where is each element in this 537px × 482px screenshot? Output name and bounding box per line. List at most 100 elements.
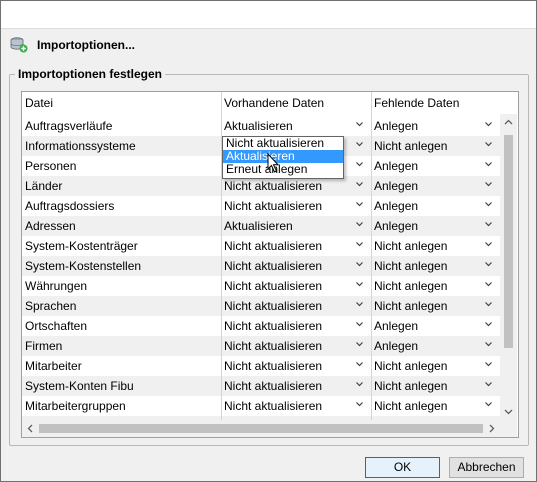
chevron-down-icon[interactable]: [356, 142, 363, 147]
scroll-left-icon[interactable]: [22, 420, 39, 437]
chevron-down-icon[interactable]: [485, 242, 492, 247]
chevron-down-icon[interactable]: [485, 382, 492, 387]
chevron-down-icon[interactable]: [356, 322, 363, 327]
cancel-button[interactable]: Abbrechen: [449, 457, 524, 478]
chevron-down-icon[interactable]: [356, 382, 363, 387]
cell-fehlende-daten[interactable]: Anlegen: [371, 316, 500, 336]
chevron-down-icon[interactable]: [485, 202, 492, 207]
cell-vorhandene-daten[interactable]: Nicht aktualisieren: [221, 356, 371, 376]
table-row[interactable]: Mitarbeitergruppen Nicht aktualisieren Nic…: [22, 396, 500, 416]
cell-fehlende-daten[interactable]: Nicht anlegen: [371, 276, 500, 296]
cell-fehlende-daten[interactable]: Nicht anlegen: [371, 256, 500, 276]
table-row[interactable]: System-Kostenstellen Nicht aktualisieren N…: [22, 256, 500, 276]
chevron-down-icon[interactable]: [356, 302, 363, 307]
chevron-down-icon[interactable]: [485, 282, 492, 287]
chevron-down-icon[interactable]: [356, 282, 363, 287]
cell-vorhandene-daten[interactable]: Nicht aktualisieren: [221, 336, 371, 356]
table-row[interactable]: Sprachen Nicht aktualisieren Nicht anlegen: [22, 296, 500, 316]
chevron-down-icon[interactable]: [485, 162, 492, 167]
chevron-down-icon[interactable]: [485, 342, 492, 347]
cell-vorhandene-daten[interactable]: Nicht aktualisieren: [221, 396, 371, 416]
cell-vorhandene-daten[interactable]: Nicht aktualisieren: [221, 256, 371, 276]
cell-vorhandene-daten[interactable]: Nicht aktualisieren: [221, 276, 371, 296]
chevron-down-icon[interactable]: [356, 202, 363, 207]
cell-fehlende-daten[interactable]: Nicht anlegen: [371, 376, 500, 396]
cell-datei-value: Sprachen: [25, 299, 77, 313]
cell-vorhandene-daten[interactable]: Nicht aktualisieren: [221, 236, 371, 256]
chevron-down-icon[interactable]: [356, 162, 363, 167]
table-row[interactable]: Währungen Nicht aktualisieren Nicht anlege…: [22, 276, 500, 296]
table-row[interactable]: Auftragsdossiers Nicht aktualisieren Anleg…: [22, 196, 500, 216]
scrollbar-corner: [500, 420, 517, 437]
cell-datei: Sprachen: [22, 296, 221, 316]
chevron-down-icon[interactable]: [485, 122, 492, 127]
chevron-down-icon[interactable]: [485, 222, 492, 227]
chevron-down-icon[interactable]: [485, 362, 492, 367]
table-row[interactable]: Länder Nicht aktualisieren Anlegen: [22, 176, 500, 196]
cell-vorhandene-daten[interactable]: Aktualisieren: [221, 216, 371, 236]
table-row[interactable]: Ortschaften Nicht aktualisieren Anlegen: [22, 316, 500, 336]
chevron-down-icon[interactable]: [356, 342, 363, 347]
vertical-scroll-thumb[interactable]: [504, 135, 513, 348]
cell-fehlende-daten[interactable]: Anlegen: [371, 216, 500, 236]
chevron-down-icon[interactable]: [356, 262, 363, 267]
chevron-down-icon[interactable]: [356, 242, 363, 247]
chevron-down-icon[interactable]: [356, 362, 363, 367]
cell-vorhandene-daten[interactable]: Nicht aktualisieren: [221, 196, 371, 216]
chevron-down-icon[interactable]: [485, 262, 492, 267]
chevron-down-icon[interactable]: [356, 182, 363, 187]
scroll-up-icon[interactable]: [500, 114, 517, 131]
cell-vorhandene-daten[interactable]: Nicht aktualisieren: [221, 176, 371, 196]
cell-fehlende-daten[interactable]: Nicht anlegen: [371, 296, 500, 316]
chevron-down-icon[interactable]: [356, 122, 363, 127]
table-row[interactable]: System-Konten Fibu Nicht aktualisieren Nic…: [22, 376, 500, 396]
cell-fehlende-daten[interactable]: Anlegen: [371, 116, 500, 136]
cell-fehlende-daten[interactable]: Nicht anlegen: [371, 356, 500, 376]
scroll-right-icon[interactable]: [483, 420, 500, 437]
vorhandene-daten-dropdown-list[interactable]: Nicht aktualisieren Aktualisieren Erneut…: [222, 136, 344, 179]
chevron-down-icon[interactable]: [485, 302, 492, 307]
cell-fehlende-daten[interactable]: Nicht anlegen: [371, 136, 500, 156]
cell-vorhandene-daten-value: Aktualisieren: [224, 219, 293, 233]
cell-datei: Auftragsdossiers: [22, 196, 221, 216]
table-row[interactable]: Auftragsverläufe Aktualisieren Anlegen: [22, 116, 500, 136]
chevron-down-icon[interactable]: [485, 402, 492, 407]
chevron-down-icon[interactable]: [356, 402, 363, 407]
cell-datei-value: Mitarbeiter: [25, 359, 82, 373]
cell-vorhandene-daten-value: Nicht aktualisieren: [224, 359, 323, 373]
table-row[interactable]: Mitarbeiter Nicht aktualisieren Nicht anle…: [22, 356, 500, 376]
column-header-datei[interactable]: Datei: [22, 92, 221, 114]
cell-vorhandene-daten-value: Nicht aktualisieren: [224, 399, 323, 413]
cell-fehlende-daten[interactable]: Anlegen: [371, 176, 500, 196]
chevron-down-icon[interactable]: [485, 182, 492, 187]
cell-fehlende-daten[interactable]: Nicht anlegen: [371, 396, 500, 416]
scroll-down-icon[interactable]: [500, 403, 517, 420]
table-row[interactable]: Firmen Nicht aktualisieren Anlegen: [22, 336, 500, 356]
cell-vorhandene-daten[interactable]: Nicht aktualisieren: [221, 376, 371, 396]
table-row[interactable]: System-Kostenträger Nicht aktualisieren Ni…: [22, 236, 500, 256]
column-header-vorhandene-daten[interactable]: Vorhandene Daten: [221, 92, 371, 114]
cell-fehlende-daten-value: Anlegen: [374, 159, 419, 173]
cell-fehlende-daten[interactable]: Anlegen: [371, 336, 500, 356]
cell-vorhandene-daten-value: Nicht aktualisieren: [224, 259, 323, 273]
cell-vorhandene-daten[interactable]: Nicht aktualisieren: [221, 296, 371, 316]
table-row[interactable]: Adressen Aktualisieren Anlegen: [22, 216, 500, 236]
cell-fehlende-daten[interactable]: Nicht anlegen: [371, 236, 500, 256]
dropdown-option-erneut-anlegen[interactable]: Erneut anlegen: [223, 163, 343, 176]
cell-vorhandene-daten[interactable]: Aktualisieren: [221, 116, 371, 136]
cell-fehlende-daten[interactable]: Anlegen: [371, 156, 500, 176]
column-header-fehlende-daten[interactable]: Fehlende Daten: [371, 92, 500, 114]
cell-fehlende-daten[interactable]: Anlegen: [371, 196, 500, 216]
cell-datei: Mitarbeiter: [22, 356, 221, 376]
horizontal-scroll-thumb[interactable]: [39, 424, 483, 433]
dialog-header: Importoptionen...: [1, 28, 536, 59]
vertical-scrollbar[interactable]: [500, 114, 517, 420]
cell-datei: Informationssysteme: [22, 136, 221, 156]
cell-vorhandene-daten[interactable]: Nicht aktualisieren: [221, 316, 371, 336]
chevron-down-icon[interactable]: [485, 322, 492, 327]
chevron-down-icon[interactable]: [485, 142, 492, 147]
horizontal-scrollbar[interactable]: [22, 420, 500, 437]
ok-button[interactable]: OK: [365, 457, 440, 478]
cell-vorhandene-daten-value: Nicht aktualisieren: [224, 379, 323, 393]
chevron-down-icon[interactable]: [356, 222, 363, 227]
